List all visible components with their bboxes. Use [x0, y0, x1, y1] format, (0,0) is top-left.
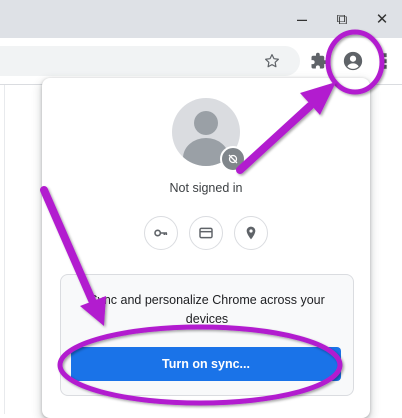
menu-button[interactable]: ⋮ — [372, 44, 398, 78]
bookmark-star-icon — [265, 54, 279, 68]
minimize-button[interactable]: – — [282, 0, 322, 38]
title-bar: – ⧉ ✕ — [0, 0, 402, 38]
profile-popup: Not signed in Sync and personalize Chrom… — [42, 78, 370, 418]
extensions-puzzle-icon — [311, 52, 328, 69]
sign-in-status: Not signed in — [169, 181, 243, 195]
minimize-icon: – — [296, 8, 307, 29]
bookmark-button[interactable] — [255, 44, 289, 78]
address-location-icon — [246, 226, 256, 240]
password-key-icon — [154, 229, 168, 237]
profile-icon — [343, 51, 363, 71]
sync-off-badge-icon — [220, 146, 246, 172]
turn-on-sync-button[interactable]: Turn on sync... — [71, 347, 341, 381]
quick-actions — [144, 216, 268, 250]
restore-button[interactable]: ⧉ — [322, 0, 362, 38]
passwords-button[interactable] — [144, 216, 178, 250]
menu-icon: ⋮ — [375, 50, 395, 73]
close-button[interactable]: ✕ — [362, 0, 402, 38]
sync-promo-text: Sync and personalize Chrome across your … — [89, 293, 325, 326]
addresses-button[interactable] — [234, 216, 268, 250]
avatar — [172, 98, 246, 172]
payment-methods-button[interactable] — [189, 216, 223, 250]
page-content-edge — [0, 85, 5, 414]
omnibox[interactable] — [0, 46, 300, 76]
sync-promo-card: Sync and personalize Chrome across your … — [60, 274, 354, 396]
payment-card-icon — [199, 227, 213, 239]
profile-button[interactable] — [336, 44, 370, 78]
restore-icon: ⧉ — [336, 10, 348, 28]
extensions-button[interactable] — [302, 44, 336, 78]
close-icon: ✕ — [375, 11, 389, 28]
